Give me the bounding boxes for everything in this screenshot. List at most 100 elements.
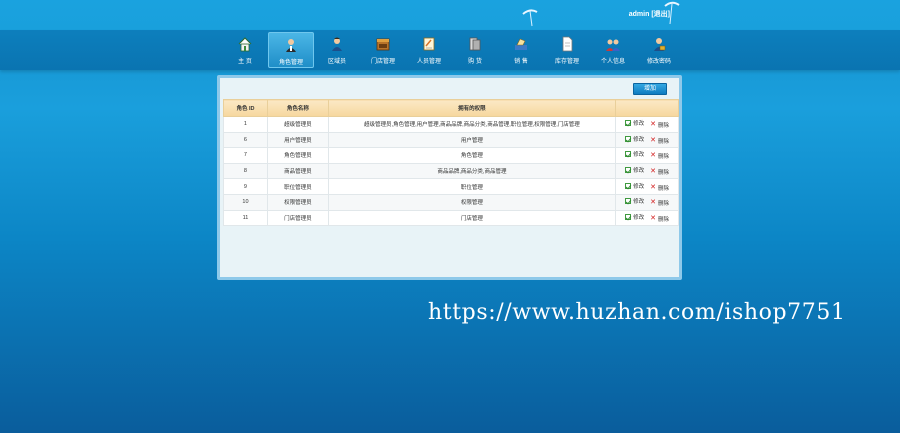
- nav-item-label: 区域员: [327, 59, 346, 65]
- delete-icon: ✕: [650, 199, 656, 207]
- nav-item-label: 购 货: [468, 59, 482, 65]
- profile-icon: [604, 35, 622, 53]
- nav-item-label: 销 售: [514, 59, 528, 65]
- edit-icon: [625, 120, 632, 127]
- edit-icon: [625, 198, 632, 205]
- edit-label: 修改: [633, 168, 645, 175]
- cell-permissions: 商品品牌,商品分类,商品管理: [327, 162, 617, 180]
- edit-label: 修改: [633, 199, 645, 206]
- edit-icon: [625, 182, 632, 189]
- edit-label: 修改: [633, 183, 645, 190]
- edit-link[interactable]: 修改: [625, 213, 644, 221]
- table-row: 8 商品管理员 商品品牌,商品分类,商品管理 修改 ✕ 删除: [223, 162, 679, 180]
- cell-role-id: 9: [223, 178, 268, 195]
- cell-role-id: 7: [223, 147, 268, 164]
- nav-item-role[interactable]: 角色管理: [268, 32, 314, 68]
- home-icon: [236, 35, 254, 53]
- sales-icon: [512, 35, 530, 53]
- nav-item-label: 人员管理: [416, 59, 441, 65]
- edit-link[interactable]: 修改: [625, 182, 644, 190]
- delete-icon: ✕: [650, 168, 656, 176]
- top-banner: admin [退出]: [0, 0, 900, 30]
- delete-label: 删除: [657, 185, 669, 192]
- cell-permissions: 权限管理: [327, 193, 617, 211]
- nav-item-sales[interactable]: 销 售: [498, 32, 544, 68]
- watermark-url: https://www.huzhan.com/ishop7751: [428, 300, 846, 325]
- nav-item-staff[interactable]: 区域员: [314, 32, 360, 68]
- edit-label: 修改: [633, 136, 645, 143]
- delete-link[interactable]: ✕ 删除: [650, 184, 669, 192]
- nav-item-password[interactable]: 修改密码: [636, 32, 682, 68]
- nav-item-inventory[interactable]: 库存管理: [544, 32, 590, 68]
- delete-icon: ✕: [650, 183, 656, 191]
- cell-permissions: 角色管理: [327, 147, 617, 164]
- cell-role-id: 6: [223, 131, 268, 149]
- cell-role-name: 用户管理员: [266, 131, 329, 149]
- table-row: 1 超级管理员 超级管理员,角色管理,用户管理,商品品牌,商品分类,商品管理,职位管…: [223, 116, 679, 133]
- table-header-row: 角色 ID 角色名称 拥有的权限: [223, 99, 679, 117]
- edit-label: 修改: [633, 214, 645, 221]
- nav-item-purchase[interactable]: 购 货: [452, 32, 498, 68]
- delete-label: 删除: [657, 201, 669, 208]
- cell-actions: 修改 ✕ 删除: [615, 147, 679, 164]
- edit-link[interactable]: 修改: [625, 197, 644, 205]
- cell-actions: 修改 ✕ 删除: [615, 162, 679, 180]
- delete-label: 删除: [657, 216, 669, 223]
- header-actions: [615, 99, 679, 117]
- delete-label: 删除: [657, 138, 669, 145]
- store-icon: [374, 35, 392, 53]
- cell-role-id: 10: [223, 193, 268, 211]
- header-role-id: 角色 ID: [223, 99, 268, 117]
- cell-role-id: 1: [223, 116, 268, 133]
- edit-link[interactable]: 修改: [625, 119, 644, 127]
- cell-permissions: 职位管理: [327, 178, 617, 195]
- personnel-icon: [420, 35, 438, 53]
- inventory-icon: [558, 35, 576, 53]
- edit-icon: [625, 151, 632, 158]
- add-role-button[interactable]: 增加: [633, 83, 667, 95]
- table-row: 6 用户管理员 用户管理 修改 ✕ 删除: [223, 131, 679, 149]
- cell-role-name: 职位管理员: [266, 178, 329, 195]
- role-panel: 增加 角色 ID 角色名称 拥有的权限 1 超级管理员 超级管理员,角色管理,用户管…: [217, 75, 682, 280]
- cell-actions: 修改 ✕ 删除: [615, 193, 679, 211]
- delete-icon: ✕: [650, 136, 656, 144]
- cell-role-id: 11: [223, 209, 268, 227]
- delete-link[interactable]: ✕ 删除: [650, 121, 669, 129]
- nav-item-personnel[interactable]: 人员管理: [406, 32, 452, 68]
- nav-item-store[interactable]: 门店管理: [360, 32, 406, 68]
- delete-icon: ✕: [650, 121, 656, 129]
- delete-link[interactable]: ✕ 删除: [650, 215, 669, 223]
- cell-permissions: 超级管理员,角色管理,用户管理,商品品牌,商品分类,商品管理,职位管理,权限管理…: [327, 116, 617, 133]
- cell-actions: 修改 ✕ 删除: [615, 209, 679, 227]
- main-nav: 主 页 角色管理 区域员 门店管理 人员管理 购 货 销 售 库存管理 个人信息 修改密码: [0, 30, 900, 70]
- table-row: 10 权限管理员 权限管理 修改 ✕ 删除: [223, 193, 679, 211]
- header-role-name: 角色名称: [266, 99, 329, 117]
- delete-link[interactable]: ✕ 删除: [650, 168, 669, 176]
- role-table: 角色 ID 角色名称 拥有的权限 1 超级管理员 超级管理员,角色管理,用户管理,商…: [223, 99, 679, 227]
- nav-item-label: 门店管理: [370, 59, 395, 65]
- delete-link[interactable]: ✕ 删除: [650, 152, 669, 160]
- table-row: 9 职位管理员 职位管理 修改 ✕ 删除: [223, 178, 679, 195]
- nav-item-home[interactable]: 主 页: [222, 32, 268, 68]
- nav-item-label: 个人信息: [600, 59, 625, 65]
- delete-label: 删除: [657, 170, 669, 177]
- delete-icon: ✕: [650, 214, 656, 222]
- nav-item-label: 修改密码: [646, 59, 671, 65]
- delete-link[interactable]: ✕ 删除: [650, 137, 669, 145]
- edit-label: 修改: [633, 152, 645, 159]
- purchase-icon: [466, 35, 484, 53]
- edit-link[interactable]: 修改: [625, 150, 644, 158]
- header-permissions: 拥有的权限: [327, 99, 617, 117]
- cell-actions: 修改 ✕ 删除: [615, 178, 679, 195]
- cell-role-name: 角色管理员: [266, 147, 329, 164]
- user-logout-link[interactable]: admin [退出]: [629, 9, 670, 19]
- edit-link[interactable]: 修改: [625, 166, 644, 174]
- nav-item-profile[interactable]: 个人信息: [590, 32, 636, 68]
- delete-link[interactable]: ✕ 删除: [650, 199, 669, 207]
- password-icon: [650, 35, 668, 53]
- cell-role-name: 商品管理员: [266, 162, 329, 180]
- edit-label: 修改: [633, 121, 645, 128]
- edit-icon: [625, 213, 632, 220]
- edit-link[interactable]: 修改: [625, 135, 644, 143]
- delete-label: 删除: [657, 123, 669, 130]
